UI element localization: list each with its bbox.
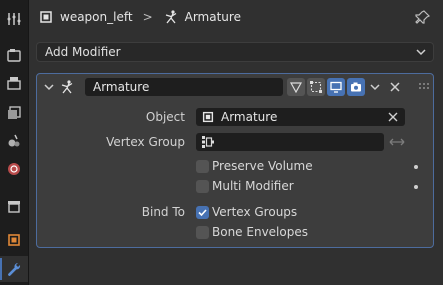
armature-modifier-panel: Armature Object Armature Vertex Group Pr… <box>36 73 434 248</box>
cage-icon <box>310 81 322 93</box>
render-tab[interactable] <box>0 42 28 68</box>
view-layer-tab[interactable] <box>0 100 28 126</box>
checkmark-icon <box>198 209 207 217</box>
bind-to-label: Bind To <box>141 205 185 219</box>
properties-tab-bar <box>0 0 29 285</box>
monitor-icon <box>330 81 342 93</box>
object-value: Armature <box>221 110 278 124</box>
close-icon[interactable] <box>389 81 401 93</box>
object-icon <box>8 234 20 246</box>
render-icon <box>7 49 21 62</box>
object-icon <box>202 111 214 123</box>
keyframe-dot[interactable] <box>414 185 418 189</box>
breadcrumb-separator: > <box>142 10 153 24</box>
wrench-icon <box>8 262 21 276</box>
output-icon <box>7 77 21 90</box>
add-modifier-label: Add Modifier <box>45 45 121 59</box>
output-tab[interactable] <box>0 70 28 96</box>
multi-modifier-label: Multi Modifier <box>212 179 294 193</box>
armature-icon <box>165 10 176 24</box>
object-icon <box>40 11 52 23</box>
preserve-volume-label: Preserve Volume <box>212 159 313 173</box>
armature-modifier-icon <box>61 80 73 94</box>
viewport-display-toggle[interactable] <box>327 78 345 96</box>
scene-icon <box>8 134 20 147</box>
render-toggle[interactable] <box>347 78 365 96</box>
modifier-name-field[interactable]: Armature <box>85 78 283 96</box>
invert-arrows-icon[interactable] <box>389 136 405 148</box>
vertex-groups-label: Vertex Groups <box>212 205 298 219</box>
scene-tab[interactable] <box>0 128 28 154</box>
data-name: Armature <box>184 10 241 24</box>
modifier-tab[interactable] <box>0 256 28 282</box>
keyframe-dot[interactable] <box>414 165 418 169</box>
object-field[interactable]: Armature <box>196 108 405 126</box>
object-tab[interactable] <box>0 227 28 253</box>
collection-icon <box>8 201 20 213</box>
object-label: Object <box>145 110 185 124</box>
view-layer-icon <box>8 106 21 119</box>
bone-envelopes-label: Bone Envelopes <box>212 225 308 239</box>
edit-mode-toggle[interactable] <box>287 78 305 96</box>
vertex-group-icon <box>202 136 214 148</box>
preserve-volume-checkbox[interactable] <box>196 160 209 173</box>
properties-header: weapon_left > Armature <box>28 0 443 34</box>
collapse-chevron-icon[interactable] <box>43 81 55 93</box>
pin-icon[interactable] <box>415 9 431 25</box>
camera-icon <box>351 82 361 92</box>
chevron-down-icon <box>416 49 426 56</box>
world-icon <box>8 163 20 175</box>
vertex-groups-checkbox[interactable] <box>196 206 209 219</box>
collection-tab[interactable] <box>0 193 28 219</box>
tool-icon <box>7 13 21 25</box>
cage-toggle[interactable] <box>307 78 325 96</box>
edit-mode-icon <box>290 82 302 93</box>
multi-modifier-checkbox[interactable] <box>196 180 209 193</box>
world-tab[interactable] <box>0 156 28 182</box>
chevron-down-icon[interactable] <box>369 81 381 93</box>
vertex-group-field[interactable] <box>196 133 384 151</box>
bone-envelopes-checkbox[interactable] <box>196 226 209 239</box>
vertex-group-label: Vertex Group <box>106 135 185 149</box>
drag-handle[interactable] <box>419 83 429 89</box>
add-modifier-dropdown[interactable]: Add Modifier <box>36 42 434 62</box>
breadcrumb: weapon_left > Armature <box>38 9 241 25</box>
tool-tab[interactable] <box>0 6 28 32</box>
object-name: weapon_left <box>60 10 133 24</box>
clear-icon[interactable] <box>388 112 398 122</box>
modifier-header: Armature <box>37 74 433 100</box>
